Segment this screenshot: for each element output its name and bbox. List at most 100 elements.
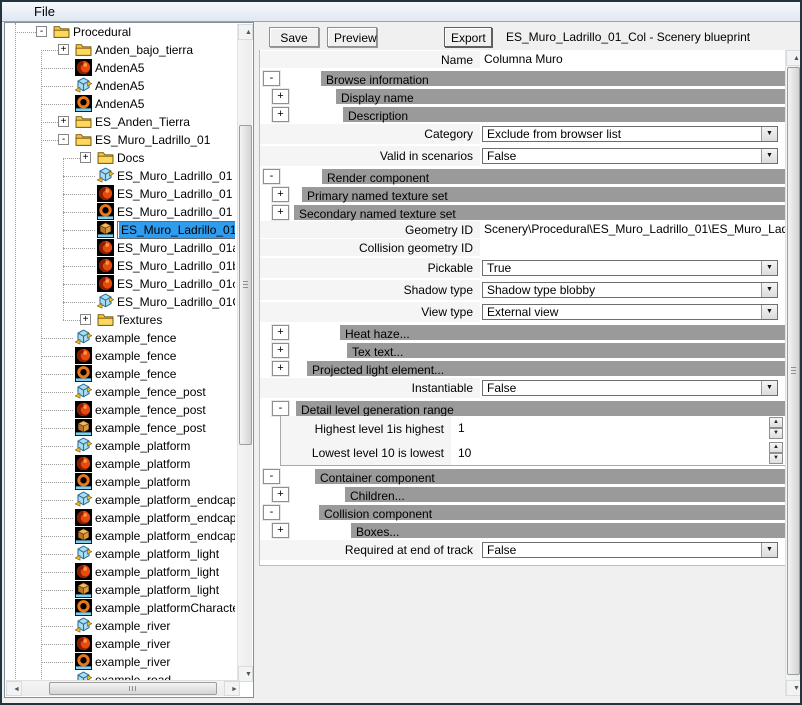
tree-item-docs[interactable]: +Docs [5, 149, 235, 167]
collapse-section-button[interactable]: - [263, 505, 280, 520]
tree-item-example-river[interactable]: example_river [5, 635, 235, 653]
cube-icon [97, 221, 114, 238]
expand-section-button[interactable]: + [272, 325, 289, 340]
tree-item-example-platform-light[interactable]: example_platform_light [5, 581, 235, 599]
tree-item-example-river[interactable]: example_river [5, 617, 235, 635]
panel-vertical-scrollbar[interactable]: ▲ ▼ [785, 50, 800, 696]
tree-scroll-right-button[interactable]: ► [224, 681, 240, 696]
collapse-section-button[interactable]: - [263, 169, 280, 184]
geometry-id-value[interactable]: Scenery\Procedural\ES_Muro_Ladrillo_01\E… [484, 221, 788, 238]
expand-toggle-icon[interactable]: + [58, 44, 69, 55]
tree-item-example-platform[interactable]: example_platform [5, 437, 235, 455]
tree-item-example-platform[interactable]: example_platform [5, 473, 235, 491]
spin-down-button[interactable]: ▼ [769, 453, 783, 464]
collapse-section-button[interactable]: - [263, 71, 280, 86]
tree-item-textures[interactable]: +Textures [5, 311, 235, 329]
tree-item-label: example_river [95, 617, 170, 635]
expand-section-button[interactable]: + [272, 343, 289, 358]
expand-section-button[interactable]: + [272, 487, 289, 502]
spin-field-value[interactable]: 10 [458, 441, 471, 466]
shadow-type-combobox[interactable]: Shadow type blobby▼ [482, 282, 778, 298]
collapse-toggle-icon[interactable]: - [58, 134, 69, 145]
tree-item-anden-bajo-tierra[interactable]: +Anden_bajo_tierra [5, 41, 235, 59]
tree-horizontal-scrollbar[interactable]: ◄ ► [6, 680, 240, 696]
name-value[interactable]: Columna Muro [484, 51, 563, 68]
expand-section-button[interactable]: + [272, 361, 289, 376]
panel-scroll-up-button[interactable]: ▲ [786, 50, 801, 66]
spin-up-button[interactable]: ▲ [769, 442, 783, 453]
tree-scroll-thumb[interactable] [239, 125, 252, 445]
tree-item-es-muro-ladrillo-01[interactable]: -ES_Muro_Ladrillo_01 [5, 131, 235, 149]
spin-up-button[interactable]: ▲ [769, 417, 783, 428]
expand-toggle-icon[interactable]: + [80, 314, 91, 325]
category-combobox[interactable]: Exclude from browser list▼ [482, 126, 778, 142]
expand-section-button[interactable]: + [272, 187, 289, 202]
panel-scroll-down-button[interactable]: ▼ [786, 680, 801, 696]
section-header-label: Display name [336, 91, 414, 106]
tree-item-example-platform[interactable]: example_platform [5, 455, 235, 473]
required-at-end-of-track-combobox[interactable]: False▼ [482, 542, 778, 558]
tree-item-es-muro-ladrillo-01c[interactable]: ES_Muro_Ladrillo_01c [5, 275, 235, 293]
menu-file[interactable]: File [26, 3, 63, 20]
tree-hscroll-thumb[interactable] [49, 682, 217, 695]
tree-item-example-platform-light[interactable]: example_platform_light [5, 563, 235, 581]
tree-vertical-scrollbar[interactable]: ▲ ▼ [237, 24, 252, 682]
instantiable-combobox[interactable]: False▼ [482, 380, 778, 396]
valid-in-scenarios-combobox[interactable]: False▼ [482, 148, 778, 164]
tree-item-es-muro-ladrillo-01b[interactable]: ES_Muro_Ladrillo_01b [5, 257, 235, 275]
crystal-icon [75, 545, 92, 562]
tree-item-example-fence[interactable]: example_fence [5, 365, 235, 383]
tree-item-andena5[interactable]: AndenA5 [5, 59, 235, 77]
tree-item-es-muro-ladrillo-01[interactable]: ES_Muro_Ladrillo_01 [5, 203, 235, 221]
tree-item-es-muro-ladrillo-01a[interactable]: ES_Muro_Ladrillo_01a [5, 239, 235, 257]
view-type-combobox[interactable]: External view▼ [482, 304, 778, 320]
tree-scroll-up-button[interactable]: ▲ [238, 24, 253, 40]
tree-item-es-muro-ladrillo-01[interactable]: ES_Muro_Ladrillo_01 [5, 185, 235, 203]
tree-item-example-platform-endcap[interactable]: example_platform_endcap [5, 527, 235, 545]
tree-item-es-muro-ladrillo-01col[interactable]: ES_Muro_Ladrillo_01Col [5, 293, 235, 311]
tree-item-es-muro-ladrillo-01-col[interactable]: ES_Muro_Ladrillo_01_Col [5, 221, 235, 239]
tree-item-procedural[interactable]: -Procedural [5, 23, 235, 41]
section-header-heat-haze: +Heat haze... [260, 325, 787, 340]
preview-button[interactable]: Preview [327, 27, 377, 47]
save-button[interactable]: Save [269, 27, 319, 47]
chevron-down-icon[interactable]: ▼ [761, 127, 777, 141]
chevron-down-icon[interactable]: ▼ [761, 149, 777, 163]
expand-section-button[interactable]: + [272, 89, 289, 104]
chevron-down-icon[interactable]: ▼ [761, 283, 777, 297]
tree-item-es-anden-tierra[interactable]: +ES_Anden_Tierra [5, 113, 235, 131]
tree-item-example-river[interactable]: example_river [5, 653, 235, 671]
tree-item-andena5[interactable]: AndenA5 [5, 95, 235, 113]
expand-section-button[interactable]: + [272, 523, 289, 538]
collapse-section-button[interactable]: - [263, 469, 280, 484]
pickable-combobox[interactable]: True▼ [482, 260, 778, 276]
collapse-section-button[interactable]: - [272, 401, 289, 416]
tree-scroll-down-button[interactable]: ▼ [238, 666, 253, 682]
collapse-toggle-icon[interactable]: - [36, 26, 47, 37]
chevron-down-icon[interactable]: ▼ [761, 305, 777, 319]
tree-item-example-fence[interactable]: example_fence [5, 329, 235, 347]
tree-item-andena5[interactable]: AndenA5 [5, 77, 235, 95]
tree-item-example-fence-post[interactable]: example_fence_post [5, 401, 235, 419]
tree-item-example-platformcharacters[interactable]: example_platformCharacters [5, 599, 235, 617]
section-header-bar: Detail level generation range [296, 401, 787, 416]
tree-item-example-platform-light[interactable]: example_platform_light [5, 545, 235, 563]
tree-item-example-fence-post[interactable]: example_fence_post [5, 419, 235, 437]
chevron-down-icon[interactable]: ▼ [761, 381, 777, 395]
tree-item-example-platform-endcap[interactable]: example_platform_endcap [5, 509, 235, 527]
chevron-down-icon[interactable]: ▼ [761, 261, 777, 275]
spin-field-value[interactable]: 1 [458, 416, 465, 441]
tree-scroll-left-button[interactable]: ◄ [6, 681, 22, 696]
tree-item-example-fence[interactable]: example_fence [5, 347, 235, 365]
chevron-down-icon[interactable]: ▼ [761, 543, 777, 557]
tree-item-example-platform-endcap[interactable]: example_platform_endcap [5, 491, 235, 509]
tree-item-es-muro-ladrillo-01[interactable]: ES_Muro_Ladrillo_01 [5, 167, 235, 185]
panel-scroll-thumb[interactable] [787, 67, 800, 675]
spin-down-button[interactable]: ▼ [769, 428, 783, 439]
tree-item-example-fence-post[interactable]: example_fence_post [5, 383, 235, 401]
expand-section-button[interactable]: + [272, 205, 289, 220]
expand-toggle-icon[interactable]: + [80, 152, 91, 163]
export-button[interactable]: Export [444, 27, 492, 47]
expand-section-button[interactable]: + [272, 107, 289, 122]
expand-toggle-icon[interactable]: + [58, 116, 69, 127]
